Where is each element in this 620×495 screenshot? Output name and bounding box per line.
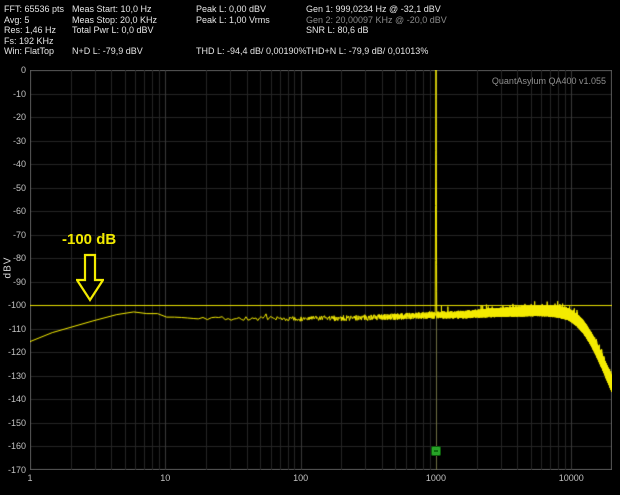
- qa400-window: { "header": { "col1": { "rows": ["FFT: 6…: [0, 0, 620, 495]
- y-tick-label: -160: [7, 441, 26, 452]
- sample-rate: Fs: 192 KHz: [4, 35, 54, 46]
- header-column-measurement: Meas Start: 10,0 Hz Meas Stop: 20,0 KHz …: [72, 4, 157, 57]
- generator-marker[interactable]: [430, 446, 441, 457]
- down-arrow-icon: [76, 253, 104, 303]
- x-tick-label: 10000: [558, 473, 584, 483]
- snr-readout: SNR L: 80,6 dB: [306, 25, 369, 35]
- meas-start: Meas Start: 10,0 Hz: [72, 4, 152, 14]
- watermark-version: QuantAsylum QA400 v1.055: [491, 76, 606, 86]
- annotation-100db-label: -100 dB: [62, 231, 117, 248]
- header-column-generators: Gen 1: 999,0234 Hz @ -32,1 dBV Gen 2: 20…: [306, 4, 447, 57]
- thdn-readout: THD+N L: -79,9 dB/ 0,01013%: [306, 46, 429, 56]
- y-tick-label: -50: [12, 182, 26, 193]
- avg-count: Avg: 5: [4, 14, 30, 25]
- peak-dbv: Peak L: 0,00 dBV: [196, 4, 267, 14]
- x-tick-label: 100: [293, 473, 309, 483]
- y-tick-label: -40: [12, 159, 26, 170]
- header-column-peaks: Peak L: 0,00 dBV Peak L: 1,00 Vrms THD L…: [196, 4, 307, 57]
- gen2-readout: Gen 2: 20,00097 KHz @ -20,0 dBV: [306, 14, 447, 25]
- header-column-acquisition: FFT: 65536 pts Avg: 5 Res: 1,46 Hz Fs: 1…: [4, 4, 64, 57]
- y-tick-label: -150: [7, 417, 26, 428]
- y-tick-label: -110: [8, 323, 26, 334]
- peak-vrms: Peak L: 1,00 Vrms: [196, 14, 270, 25]
- meas-stop: Meas Stop: 20,0 KHz: [72, 14, 158, 25]
- y-axis-title: dBV: [2, 256, 14, 279]
- thd-readout: THD L: -94,4 dB/ 0,00190%: [196, 46, 307, 56]
- y-tick-label: -20: [12, 112, 26, 123]
- x-tick-label: 10: [160, 473, 171, 483]
- gen1-readout: Gen 1: 999,0234 Hz @ -32,1 dBV: [306, 4, 441, 14]
- y-tick-label: -30: [12, 135, 26, 146]
- window-type: Win: FlatTop: [4, 46, 55, 56]
- y-tick-label: -60: [12, 206, 26, 217]
- fft-points: FFT: 65536 pts: [4, 4, 65, 14]
- y-tick-label: -120: [7, 347, 26, 358]
- noise-distortion-level: N+D L: -79,9 dBV: [72, 46, 143, 56]
- y-tick-label: -140: [7, 394, 26, 405]
- resolution: Res: 1,46 Hz: [4, 25, 57, 35]
- x-tick-label: 1: [27, 473, 33, 483]
- y-tick-label: -10: [12, 88, 26, 99]
- y-tick-label: -100: [7, 300, 26, 311]
- y-tick-label: -130: [7, 370, 26, 381]
- y-tick-label: 0: [20, 65, 26, 75]
- spectrum-plot-canvas: [30, 70, 612, 470]
- total-power: Total Pwr L: 0,0 dBV: [72, 25, 154, 35]
- x-tick-label: 1000: [425, 473, 446, 483]
- y-tick-label: -70: [12, 229, 26, 240]
